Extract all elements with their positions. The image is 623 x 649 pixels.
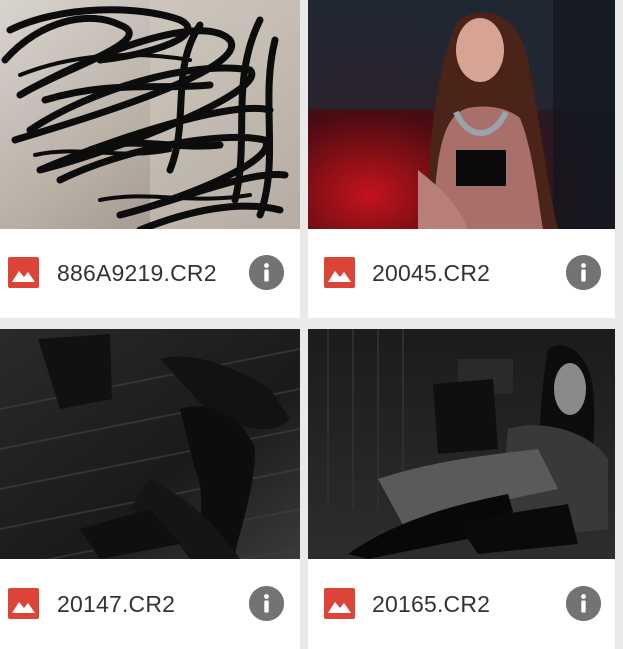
file-footer: 20165.CR2 (308, 559, 615, 649)
file-thumbnail[interactable] (308, 0, 615, 229)
info-icon[interactable] (566, 586, 601, 621)
file-grid: 886A9219.CR2 20045.CR2 20147.CR2 20165.C… (0, 0, 623, 649)
image-file-icon (324, 257, 355, 288)
file-name: 20147.CR2 (57, 591, 176, 617)
file-thumbnail[interactable] (0, 0, 300, 229)
file-footer: 20147.CR2 (0, 559, 300, 649)
file-card[interactable]: 886A9219.CR2 (0, 0, 300, 318)
file-footer: 20045.CR2 (308, 229, 615, 318)
thumbnail-image (308, 329, 615, 559)
info-icon[interactable] (566, 255, 601, 290)
info-icon[interactable] (249, 586, 284, 621)
thumbnail-image (308, 0, 615, 229)
thumbnail-image (0, 329, 300, 559)
image-file-icon (324, 588, 355, 619)
file-thumbnail[interactable] (0, 329, 300, 559)
image-file-icon (8, 588, 39, 619)
file-name: 20165.CR2 (372, 591, 491, 617)
file-card[interactable]: 20165.CR2 (308, 329, 615, 649)
file-thumbnail[interactable] (308, 329, 615, 559)
file-name: 886A9219.CR2 (57, 260, 217, 286)
info-icon[interactable] (249, 255, 284, 290)
image-file-icon (8, 257, 39, 288)
thumbnail-image (0, 0, 300, 229)
file-footer: 886A9219.CR2 (0, 229, 300, 318)
file-name: 20045.CR2 (372, 260, 491, 286)
file-card[interactable]: 20045.CR2 (308, 0, 615, 318)
file-card[interactable]: 20147.CR2 (0, 329, 300, 649)
